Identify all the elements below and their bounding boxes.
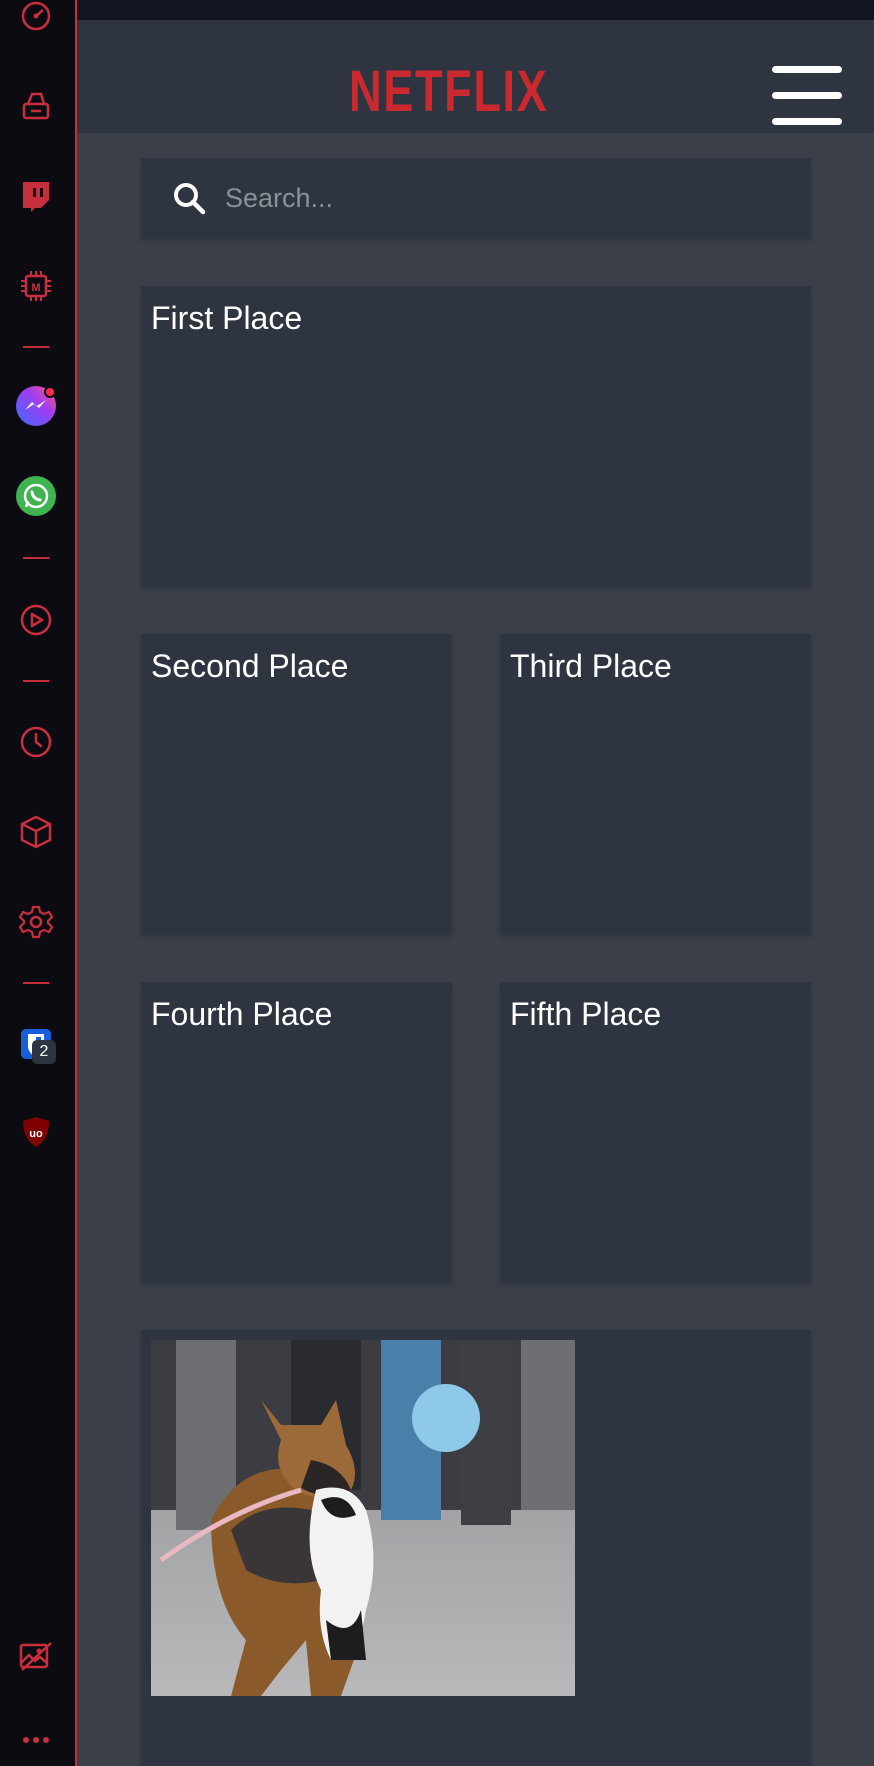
whatsapp-icon[interactable] <box>10 470 62 522</box>
twitch-icon[interactable] <box>10 170 62 222</box>
sidebar-divider <box>23 346 49 348</box>
messenger-icon[interactable] <box>10 380 62 432</box>
history-icon[interactable] <box>10 716 62 768</box>
browser-sidebar: M 2 uo <box>0 0 77 1766</box>
second-place-card[interactable]: Second Place <box>141 634 452 934</box>
notification-dot <box>44 386 56 398</box>
memory-chip-icon[interactable]: M <box>10 260 62 312</box>
card-title: Second Place <box>151 648 349 684</box>
ublock-origin-icon[interactable]: uo <box>10 1106 62 1158</box>
card-title: Third Place <box>510 648 672 684</box>
clean-brush-icon[interactable] <box>10 80 62 132</box>
settings-gear-icon[interactable] <box>10 896 62 948</box>
wallpaper-icon[interactable] <box>10 1630 62 1682</box>
window-top-strip <box>77 0 874 20</box>
image-card <box>141 1330 811 1766</box>
hamburger-menu-icon[interactable] <box>772 46 844 125</box>
search-icon <box>174 183 206 215</box>
speed-dial-icon[interactable] <box>10 0 62 42</box>
sidebar-divider <box>23 982 49 984</box>
bitwarden-badge: 2 <box>32 1040 56 1064</box>
sidebar-divider <box>23 557 49 559</box>
bitwarden-icon[interactable]: 2 <box>10 1018 62 1070</box>
site-header: NETFLIX <box>77 20 874 133</box>
player-icon[interactable] <box>10 594 62 646</box>
third-place-card[interactable]: Third Place <box>500 634 811 934</box>
sidebar-divider <box>23 680 49 682</box>
more-dots-icon[interactable] <box>10 1714 62 1766</box>
dog-carrying-cat-photo[interactable] <box>151 1340 575 1696</box>
netflix-logo[interactable]: NETFLIX <box>349 62 547 122</box>
fourth-place-card[interactable]: Fourth Place <box>141 982 452 1282</box>
card-title: Fifth Place <box>510 996 662 1032</box>
svg-text:uo: uo <box>29 1128 43 1140</box>
extensions-cube-icon[interactable] <box>10 806 62 858</box>
search-bar <box>141 158 811 238</box>
first-place-card[interactable]: First Place <box>141 286 811 586</box>
svg-text:M: M <box>31 282 40 294</box>
search-input[interactable] <box>225 174 785 222</box>
card-title: Fourth Place <box>151 996 333 1032</box>
fifth-place-card[interactable]: Fifth Place <box>500 982 811 1282</box>
card-title: First Place <box>151 300 303 336</box>
